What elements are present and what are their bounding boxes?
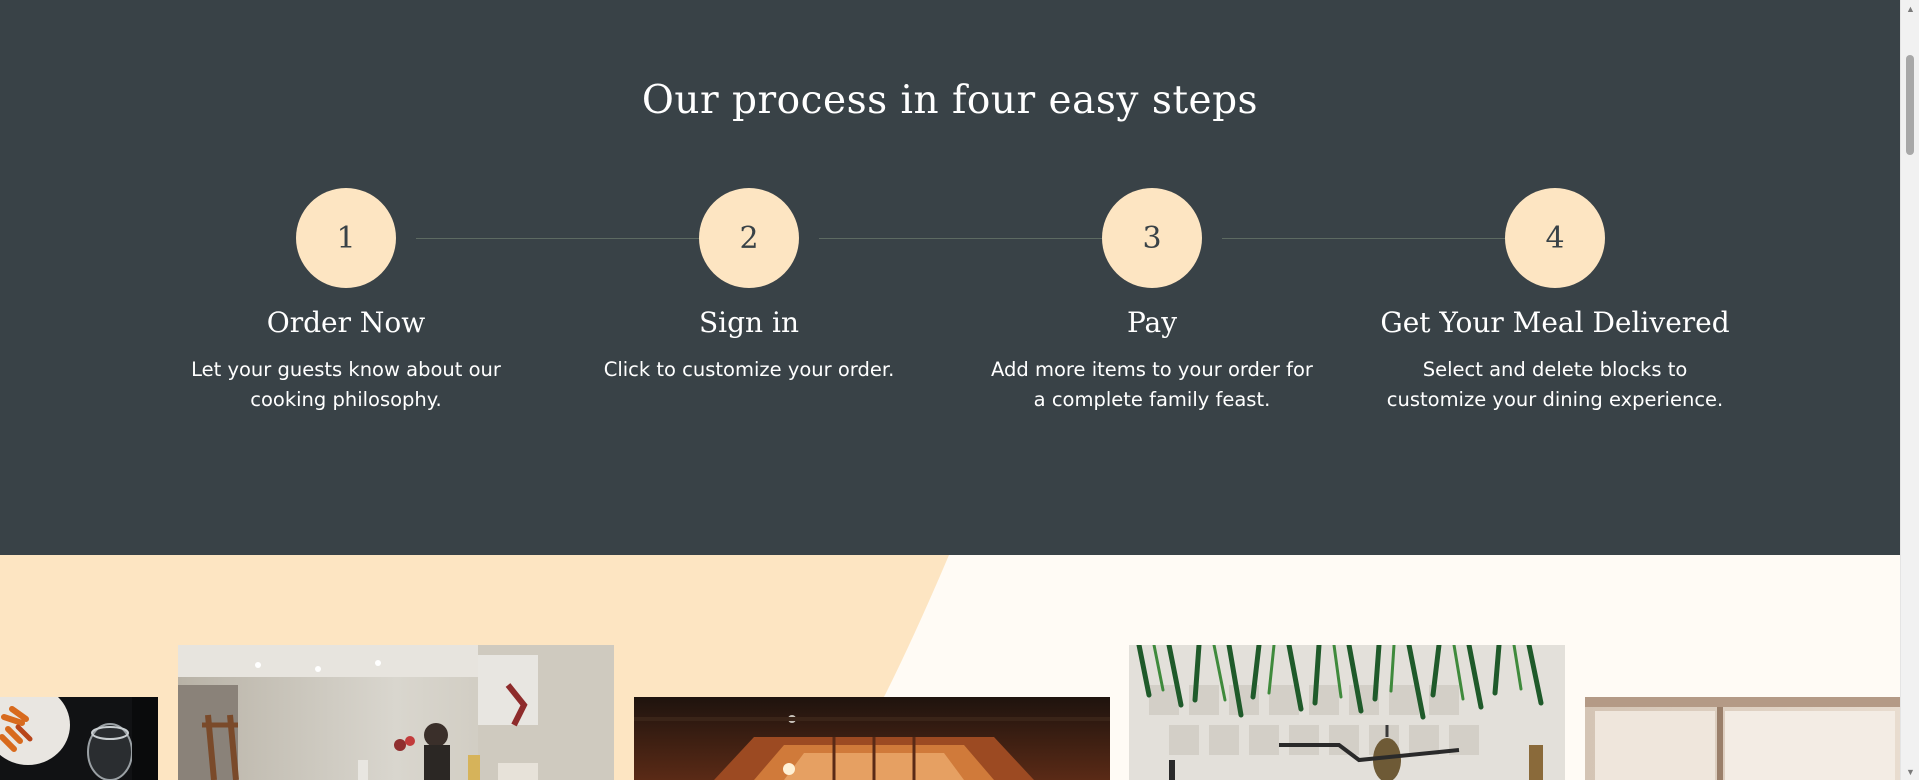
step-3-description: Add more items to your order for a compl… xyxy=(991,358,1313,411)
step-4-circle: 4 xyxy=(1505,188,1605,288)
step-1-circle: 1 xyxy=(296,188,396,288)
step-2-description: Click to customize your order. xyxy=(603,358,895,381)
restaurant-ceiling-photo xyxy=(634,697,1110,780)
step-4-description: Select and delete blocks to customize yo… xyxy=(1386,358,1724,411)
step-1-number: 1 xyxy=(336,220,356,256)
step-4-title: Get Your Meal Delivered xyxy=(1380,306,1730,339)
step-1-description: Let your guests know about our cooking p… xyxy=(191,358,501,411)
cafe-interior-photo xyxy=(178,645,614,780)
step-connector xyxy=(416,238,700,239)
page-scrollbar[interactable]: ▲ ▼ xyxy=(1900,0,1919,780)
step-connector xyxy=(819,238,1102,239)
step-3-number: 3 xyxy=(1142,220,1162,256)
step-3-title: Pay xyxy=(1126,306,1178,339)
step-2-number: 2 xyxy=(739,220,759,256)
plants-kitchen-photo xyxy=(1129,645,1565,780)
step-2-title: Sign in xyxy=(699,306,799,339)
step-2-circle: 2 xyxy=(699,188,799,288)
section-title: Our process in four easy steps xyxy=(641,78,1259,123)
gallery-section xyxy=(0,555,1900,780)
scroll-up-arrow-icon[interactable]: ▲ xyxy=(1901,0,1919,17)
food-plate-photo xyxy=(0,697,158,780)
window-light-photo xyxy=(1585,697,1900,780)
process-section: Our process in four easy steps 1 2 3 4 O… xyxy=(0,0,1900,555)
scrollbar-thumb[interactable] xyxy=(1906,55,1914,155)
step-1-title: Order Now xyxy=(266,306,426,339)
scroll-down-arrow-icon[interactable]: ▼ xyxy=(1901,763,1919,780)
step-connector xyxy=(1222,238,1506,239)
step-4-number: 4 xyxy=(1545,220,1565,256)
step-3-circle: 3 xyxy=(1102,188,1202,288)
